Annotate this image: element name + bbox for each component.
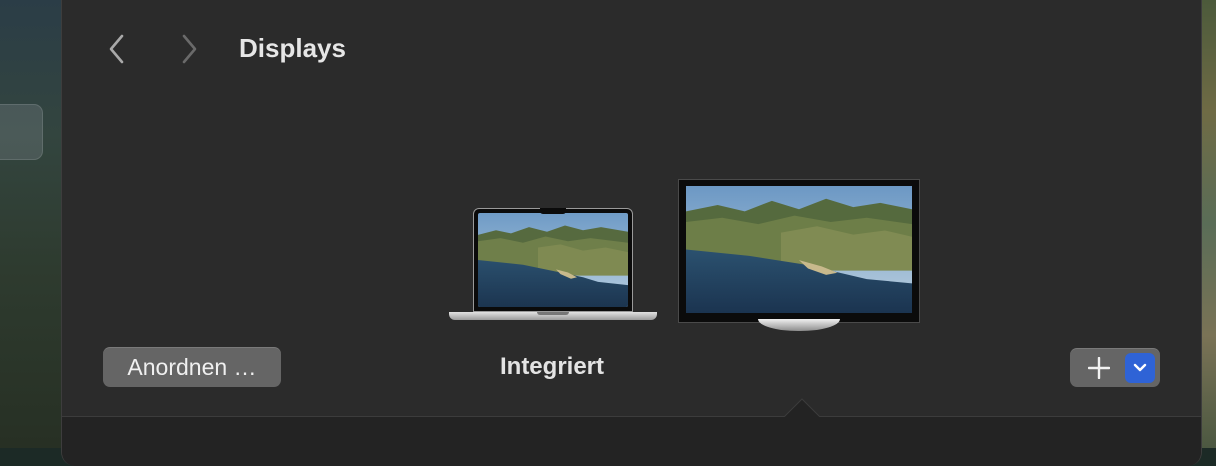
desktop-wallpaper-left	[0, 0, 66, 448]
add-display-button[interactable]	[1082, 349, 1116, 387]
chevron-left-icon	[109, 34, 124, 64]
monitor-stand	[758, 319, 840, 331]
settings-window: Displays Integriert Anordnen …	[61, 0, 1202, 466]
laptop-camera-notch	[540, 208, 566, 214]
chevron-right-icon	[182, 34, 197, 64]
monitor-screen-wallpaper	[686, 186, 912, 313]
back-button[interactable]	[102, 32, 132, 66]
arrange-button[interactable]: Anordnen …	[103, 347, 281, 387]
display-integrated[interactable]	[449, 208, 657, 328]
page-title: Displays	[239, 33, 346, 63]
selection-indicator-notch	[784, 398, 820, 417]
add-display-menu-button[interactable]	[1125, 353, 1155, 383]
chevron-down-icon	[1133, 363, 1147, 372]
laptop-bezel	[473, 208, 633, 312]
laptop-lip	[537, 312, 569, 315]
settings-content-area	[62, 416, 1201, 466]
laptop-screen-wallpaper	[478, 213, 628, 307]
monitor-frame	[678, 179, 920, 323]
sidebar-search-field[interactable]	[0, 104, 43, 160]
plus-icon	[1088, 357, 1110, 379]
display-label-integrated: Integriert	[499, 353, 604, 380]
forward-button[interactable]	[174, 32, 204, 66]
display-external[interactable]	[678, 179, 920, 339]
add-display-control	[1070, 348, 1160, 387]
